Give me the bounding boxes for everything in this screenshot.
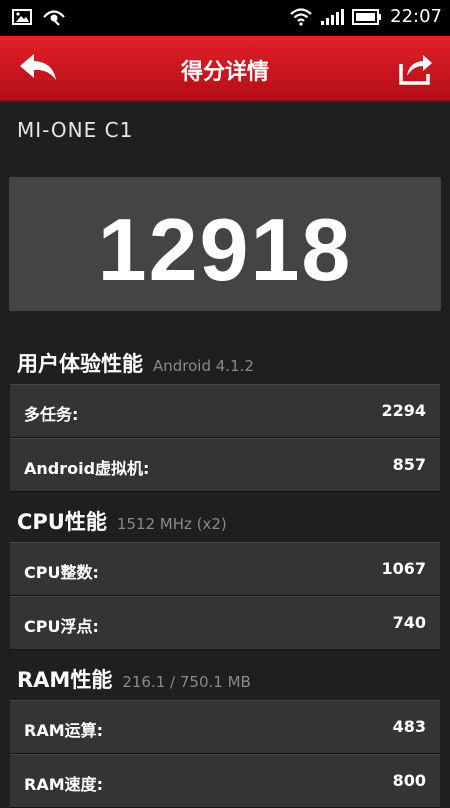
score-row-dalvik[interactable]: Android虚拟机: 857 bbox=[10, 438, 440, 492]
section-title: CPU性能 bbox=[17, 510, 107, 534]
row-label: 多任务: bbox=[24, 405, 79, 424]
share-button[interactable] bbox=[398, 50, 434, 86]
row-value: 800 bbox=[392, 771, 426, 790]
section-subtitle: 216.1 / 750.1 MB bbox=[122, 673, 251, 691]
wifi-icon bbox=[290, 7, 312, 26]
section-title: 用户体验性能 bbox=[17, 352, 143, 376]
section-subtitle: Android 4.1.2 bbox=[153, 357, 254, 375]
signal-icon bbox=[321, 8, 345, 25]
row-label: CPU浮点: bbox=[24, 617, 99, 636]
section-header-cpu: CPU性能 1512 MHz (x2) bbox=[17, 506, 227, 536]
section-header-user-experience: 用户体验性能 Android 4.1.2 bbox=[17, 348, 254, 378]
image-notification-icon bbox=[12, 9, 32, 25]
title-bar: 得分详情 bbox=[0, 36, 450, 102]
status-time: 22:07 bbox=[390, 6, 442, 27]
device-name: MI-ONE C1 bbox=[17, 118, 134, 142]
total-score: 12918 bbox=[97, 200, 353, 299]
page-title: 得分详情 bbox=[180, 60, 269, 85]
row-value: 483 bbox=[392, 717, 426, 736]
status-bar: 22:07 bbox=[0, 0, 450, 36]
score-row-cpu-integer[interactable]: CPU整数: 1067 bbox=[10, 542, 440, 596]
row-label: RAM速度: bbox=[24, 775, 104, 794]
score-row-multitask[interactable]: 多任务: 2294 bbox=[10, 384, 440, 438]
score-row-ram-operation[interactable]: RAM运算: 483 bbox=[10, 700, 440, 754]
section-header-ram: RAM性能 216.1 / 750.1 MB bbox=[17, 664, 251, 694]
score-row-cpu-float[interactable]: CPU浮点: 740 bbox=[10, 596, 440, 650]
eye-notification-icon bbox=[43, 10, 65, 26]
share-icon bbox=[399, 55, 432, 85]
status-right: 22:07 bbox=[290, 6, 442, 27]
row-value: 2294 bbox=[381, 401, 426, 420]
row-value: 1067 bbox=[381, 559, 426, 578]
row-label: CPU整数: bbox=[24, 563, 99, 582]
row-label: Android虚拟机: bbox=[24, 459, 150, 478]
section-subtitle: 1512 MHz (x2) bbox=[116, 515, 227, 533]
status-left bbox=[12, 8, 66, 26]
row-label: RAM运算: bbox=[24, 721, 104, 740]
score-panel: 12918 bbox=[9, 177, 441, 311]
row-value: 857 bbox=[392, 455, 426, 474]
row-value: 740 bbox=[392, 613, 426, 632]
section-title: RAM性能 bbox=[17, 668, 113, 692]
battery-icon bbox=[352, 8, 382, 25]
